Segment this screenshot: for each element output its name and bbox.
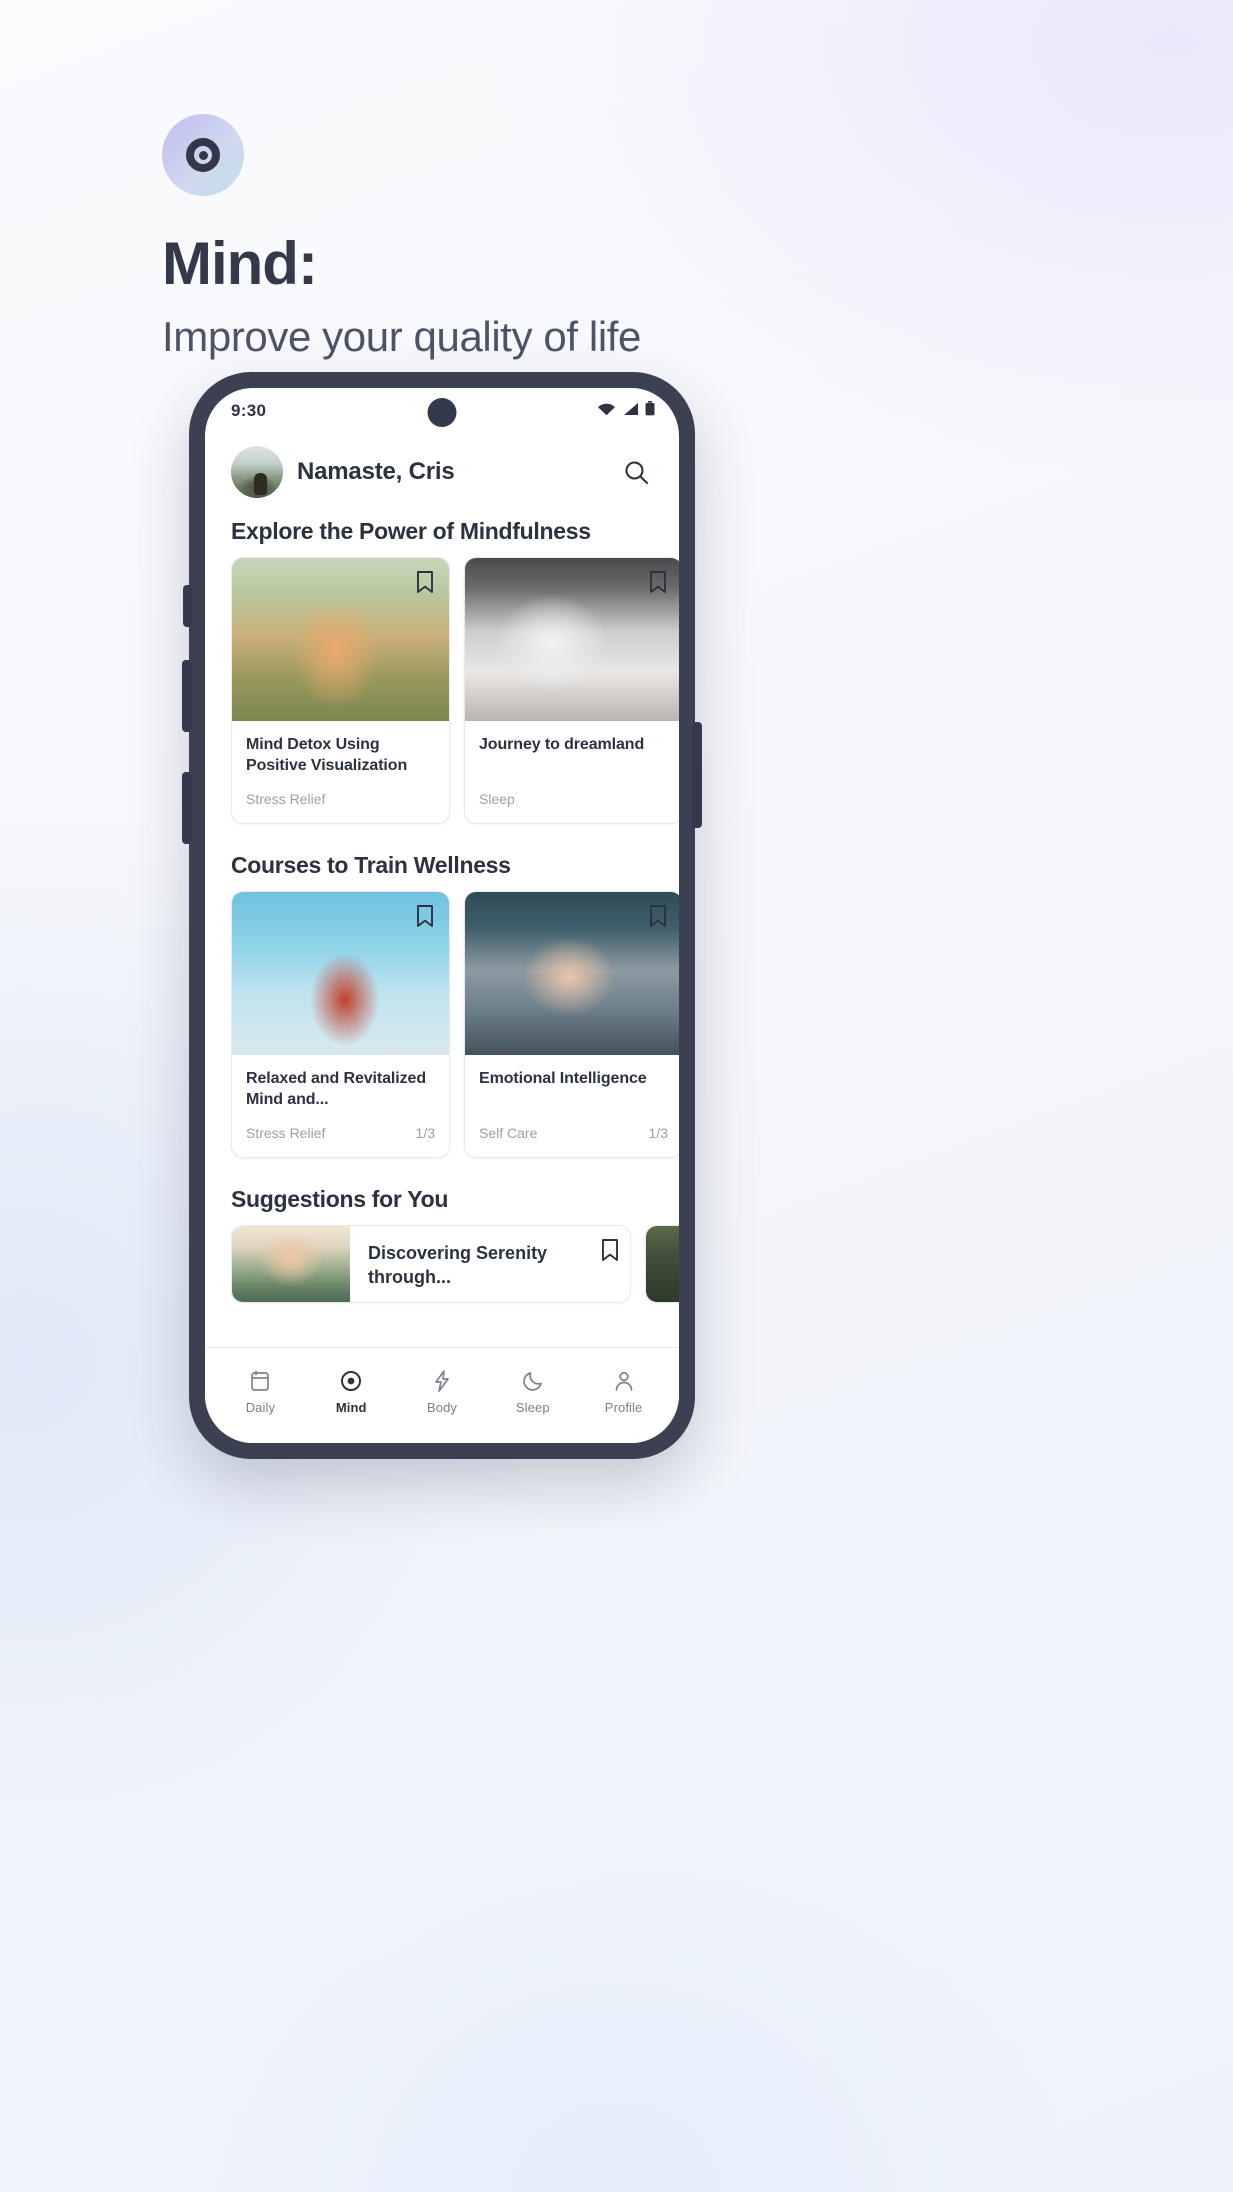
content-card[interactable]: Journey to dreamland Sleep	[464, 557, 679, 824]
bottom-tab-bar: Daily Mind Body Sleep Profile	[205, 1347, 679, 1443]
promo-header: Mind: Improve your quality of life	[162, 114, 1062, 360]
tab-sleep[interactable]: Sleep	[497, 1369, 569, 1415]
tab-label: Daily	[245, 1399, 276, 1415]
rail-suggestions[interactable]: Discovering Serenity through...	[205, 1225, 679, 1303]
suggestion-title: Discovering Serenity through...	[368, 1243, 548, 1287]
suggestion-card[interactable]	[645, 1225, 679, 1303]
phone-volume-up-button[interactable]	[182, 660, 192, 732]
app-header: Namaste, Cris	[205, 434, 679, 502]
card-title: Relaxed and Revitalized Mind and...	[246, 1070, 426, 1108]
calendar-icon	[251, 1370, 270, 1391]
wifi-icon	[597, 402, 616, 416]
section-title-courses: Courses to Train Wellness	[231, 852, 511, 878]
page-subtitle: Improve your quality of life	[162, 313, 642, 360]
rail-courses[interactable]: Relaxed and Revitalized Mind and... Stre…	[205, 891, 679, 1158]
app-icon	[162, 114, 244, 196]
bookmark-icon[interactable]	[411, 568, 439, 596]
target-circle-icon	[186, 138, 220, 172]
phone-mockup: 9:30 Namaste, Cris Explore the Power of …	[182, 372, 702, 1459]
card-category: Self Care	[479, 1125, 538, 1141]
target-circle-icon	[341, 1370, 362, 1391]
battery-icon	[645, 401, 655, 416]
tab-daily[interactable]: Daily	[224, 1369, 296, 1415]
card-progress: 1/3	[648, 1125, 668, 1141]
bookmark-icon[interactable]	[600, 1238, 620, 1267]
suggestion-thumbnail	[646, 1226, 679, 1302]
card-category: Stress Relief	[246, 1125, 326, 1141]
moon-icon	[523, 1371, 542, 1391]
card-title: Journey to dreamland	[479, 736, 645, 753]
suggestion-card[interactable]: Discovering Serenity through...	[231, 1225, 631, 1303]
phone-screen: 9:30 Namaste, Cris Explore the Power of …	[205, 388, 679, 1443]
card-title: Emotional Intelligence	[479, 1070, 647, 1087]
card-category: Sleep	[479, 791, 515, 807]
tab-profile[interactable]: Profile	[588, 1369, 660, 1415]
content-card[interactable]: Relaxed and Revitalized Mind and... Stre…	[231, 891, 450, 1158]
tab-label: Sleep	[515, 1399, 550, 1415]
content-card[interactable]: Emotional Intelligence Self Care 1/3	[464, 891, 679, 1158]
bookmark-icon[interactable]	[644, 568, 672, 596]
card-progress: 1/3	[415, 1125, 435, 1141]
tab-label: Body	[426, 1399, 457, 1415]
suggestion-thumbnail	[232, 1226, 350, 1302]
tab-label: Mind	[335, 1399, 367, 1415]
card-title: Mind Detox Using Positive Visualization	[246, 736, 408, 774]
tab-body[interactable]: Body	[406, 1369, 478, 1415]
section-title-suggestions: Suggestions for You	[231, 1186, 449, 1212]
section-title-mindfulness: Explore the Power of Mindfulness	[231, 518, 591, 544]
status-bar: 9:30	[205, 388, 679, 434]
greeting-text: Namaste, Cris	[297, 458, 455, 485]
lightning-bolt-icon	[435, 1369, 449, 1392]
person-icon	[615, 1371, 632, 1391]
content-card[interactable]: Mind Detox Using Positive Visualization …	[231, 557, 450, 824]
card-thumbnail	[232, 892, 449, 1055]
card-thumbnail	[465, 892, 679, 1055]
user-avatar[interactable]	[231, 446, 283, 498]
rail-mindfulness[interactable]: Mind Detox Using Positive Visualization …	[205, 557, 679, 824]
tab-mind[interactable]: Mind	[315, 1369, 387, 1415]
card-thumbnail	[232, 558, 449, 721]
card-category: Stress Relief	[246, 791, 326, 807]
bookmark-icon[interactable]	[411, 902, 439, 930]
search-icon[interactable]	[619, 455, 653, 489]
phone-mute-button[interactable]	[183, 585, 192, 627]
phone-power-button[interactable]	[692, 722, 702, 828]
phone-volume-down-button[interactable]	[182, 772, 192, 844]
front-camera	[427, 398, 457, 427]
bookmark-icon[interactable]	[644, 902, 672, 930]
status-time: 9:30	[231, 401, 267, 420]
tab-label: Profile	[604, 1399, 643, 1415]
screen-scroll-area[interactable]: Namaste, Cris Explore the Power of Mindf…	[205, 434, 679, 1347]
page-title: Mind:	[162, 230, 318, 297]
cellular-signal-icon	[622, 402, 639, 416]
card-thumbnail	[465, 558, 679, 721]
